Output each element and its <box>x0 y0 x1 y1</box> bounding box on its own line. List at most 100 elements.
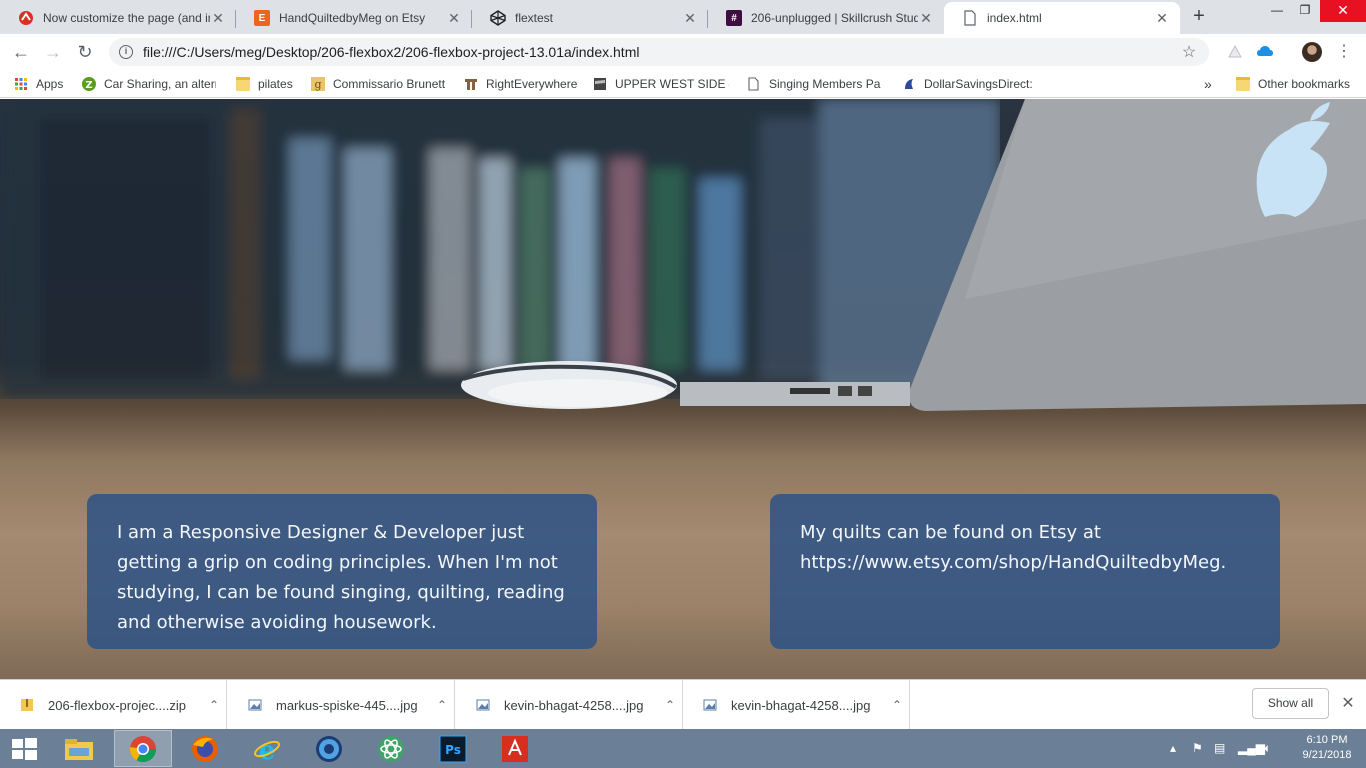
bookmark-label: DollarSavingsDirect: <box>924 77 1033 91</box>
chevron-up-icon[interactable]: ⌃ <box>885 698 909 712</box>
bookmark-car-sharing[interactable]: Z Car Sharing, an alterr <box>82 75 216 93</box>
page-icon <box>748 77 759 91</box>
action-center-flag-icon[interactable]: ⚑ <box>1192 729 1203 768</box>
mouse-image <box>461 361 678 409</box>
download-item-kevin-1[interactable]: kevin-bhagat-4258....jpg ⌃ <box>456 680 683 730</box>
dollar-icon <box>905 79 913 89</box>
tab-flextest[interactable]: flextest ✕ <box>472 2 708 34</box>
image-icon <box>476 699 490 711</box>
close-icon[interactable]: ✕ <box>210 10 226 26</box>
zip-icon <box>21 699 33 711</box>
clock-date: 9/21/2018 <box>1302 749 1352 761</box>
image-icon <box>703 699 717 711</box>
taskbar-internet-explorer[interactable]: e <box>238 730 296 767</box>
etsy-text: My quilts can be found on Etsy at https:… <box>800 522 1227 573</box>
cloud-icon[interactable] <box>1256 43 1274 61</box>
bookmark-righteverywhere[interactable]: RightEverywhere <box>464 75 577 93</box>
bookmark-star-icon[interactable]: ☆ <box>1177 42 1201 62</box>
download-shelf: 206-flexbox-projec....zip ⌃ markus-spisk… <box>0 679 1366 730</box>
g-icon: g <box>311 77 325 91</box>
tab-title: 206-unplugged | Skillcrush Stud <box>751 11 918 25</box>
close-icon[interactable]: ✕ <box>1338 694 1358 714</box>
window-close-button[interactable]: ✕ <box>1320 0 1366 22</box>
bookmark-upper-west-side[interactable]: UPPER WEST SIDE — <box>593 75 729 93</box>
menu-icon[interactable]: ⋮ <box>1336 40 1352 64</box>
itunes-icon <box>316 735 342 762</box>
building-icon <box>465 79 477 90</box>
taskbar-acrobat[interactable] <box>486 730 544 767</box>
address-bar[interactable]: i file:///C:/Users/meg/Desktop/206-flexb… <box>109 38 1209 66</box>
tab-strip: Now customize the page (and in ✕ E HandQ… <box>0 0 1366 34</box>
back-button[interactable]: ← <box>8 39 34 65</box>
chrome-icon <box>129 735 157 762</box>
clock-time: 6:10 PM <box>1306 734 1348 746</box>
url-text[interactable]: file:///C:/Users/meg/Desktop/206-flexbox… <box>143 44 1177 60</box>
taskbar-atom[interactable] <box>362 730 420 767</box>
network-device-icon[interactable]: ▤ <box>1214 729 1225 768</box>
tab-skillcrush[interactable]: # 206-unplugged | Skillcrush Stud ✕ <box>708 2 944 34</box>
svg-text:Ps: Ps <box>445 743 461 757</box>
taskbar-photoshop[interactable]: Ps <box>424 730 482 767</box>
signal-icon[interactable]: ▂▄▆ <box>1238 729 1265 768</box>
close-icon[interactable]: ✕ <box>446 10 462 26</box>
windows-taskbar: e Ps ▴ ⚑ ▤ ▂▄▆ 🔈︎ 6:10 PM 9/21/2018 <box>0 729 1366 768</box>
taskbar-chrome[interactable] <box>114 730 172 767</box>
forward-button[interactable]: → <box>40 39 66 65</box>
maximize-button[interactable]: ❐ <box>1290 0 1320 22</box>
download-item-zip[interactable]: 206-flexbox-projec....zip ⌃ <box>0 680 227 730</box>
taskbar-itunes[interactable] <box>300 730 358 767</box>
chevron-up-icon[interactable]: ⌃ <box>430 698 454 712</box>
tab-index[interactable]: index.html ✕ <box>944 2 1180 34</box>
close-icon[interactable]: ✕ <box>1154 10 1170 26</box>
bookmark-pilates[interactable]: pilates <box>236 75 293 93</box>
tab-etsy[interactable]: E HandQuiltedbyMeg on Etsy ✕ <box>236 2 472 34</box>
bookmark-label: Singing Members Pa <box>769 77 881 91</box>
reload-button[interactable]: ↻ <box>72 39 98 65</box>
bookmark-commissario[interactable]: g Commissario Brunetti <box>311 75 445 93</box>
profile-avatar[interactable] <box>1302 42 1322 62</box>
bookmark-label: pilates <box>258 77 293 91</box>
chevron-up-icon[interactable]: ⌃ <box>202 698 226 712</box>
svg-text:Z: Z <box>85 80 92 91</box>
download-item-kevin-2[interactable]: kevin-bhagat-4258....jpg ⌃ <box>683 680 910 730</box>
apps-grid-icon <box>15 78 27 90</box>
browser-toolbar: ← → ↻ i file:///C:/Users/meg/Desktop/206… <box>0 34 1366 70</box>
volume-icon[interactable]: 🔈︎ <box>1264 729 1271 768</box>
acrobat-icon <box>502 735 528 762</box>
zipcar-icon: Z <box>82 77 96 91</box>
tab-customize[interactable]: Now customize the page (and in ✕ <box>0 2 236 34</box>
bookmarks-bar: Apps Z Car Sharing, an alterr pilates g … <box>0 70 1366 98</box>
tab-title: Now customize the page (and in <box>43 11 210 25</box>
internet-explorer-icon: e <box>254 736 280 763</box>
tray-overflow-icon[interactable]: ▴ <box>1170 729 1176 768</box>
download-filename: kevin-bhagat-4258....jpg <box>731 697 871 713</box>
taskbar-file-explorer[interactable] <box>50 730 108 767</box>
etsy-icon: E <box>254 10 270 26</box>
image-icon <box>248 699 262 711</box>
svg-text:e: e <box>259 736 276 763</box>
bookmark-dollarsavings[interactable]: DollarSavingsDirect: <box>902 75 1038 93</box>
bookmarks-overflow-button[interactable]: » <box>1204 75 1212 93</box>
close-icon[interactable]: ✕ <box>918 10 934 26</box>
download-item-markus[interactable]: markus-spiske-445....jpg ⌃ <box>228 680 455 730</box>
show-all-button[interactable]: Show all <box>1252 688 1329 719</box>
download-filename: kevin-bhagat-4258....jpg <box>504 697 644 713</box>
download-filename: markus-spiske-445....jpg <box>276 697 418 713</box>
system-clock[interactable]: 6:10 PM 9/21/2018 <box>1292 733 1362 763</box>
upper-west-side-icon <box>594 78 606 90</box>
bookmark-other[interactable]: Other bookmarks <box>1236 75 1350 93</box>
bookmark-apps[interactable]: Apps <box>14 75 63 93</box>
bookmark-label: Commissario Brunetti <box>333 77 445 91</box>
extension-icon[interactable] <box>1226 43 1244 61</box>
minimize-button[interactable]: — <box>1262 0 1292 22</box>
info-icon[interactable]: i <box>119 45 133 59</box>
chevron-up-icon[interactable]: ⌃ <box>658 698 682 712</box>
windows-start-icon[interactable] <box>8 737 40 761</box>
new-tab-button[interactable]: + <box>1188 5 1210 27</box>
folder-icon <box>1236 77 1250 91</box>
close-icon[interactable]: ✕ <box>682 10 698 26</box>
bookmark-label: Apps <box>36 77 64 91</box>
laptop-side-image <box>680 382 910 406</box>
bookmark-singing-members[interactable]: Singing Members Pa <box>747 75 883 93</box>
taskbar-firefox[interactable] <box>176 730 234 767</box>
